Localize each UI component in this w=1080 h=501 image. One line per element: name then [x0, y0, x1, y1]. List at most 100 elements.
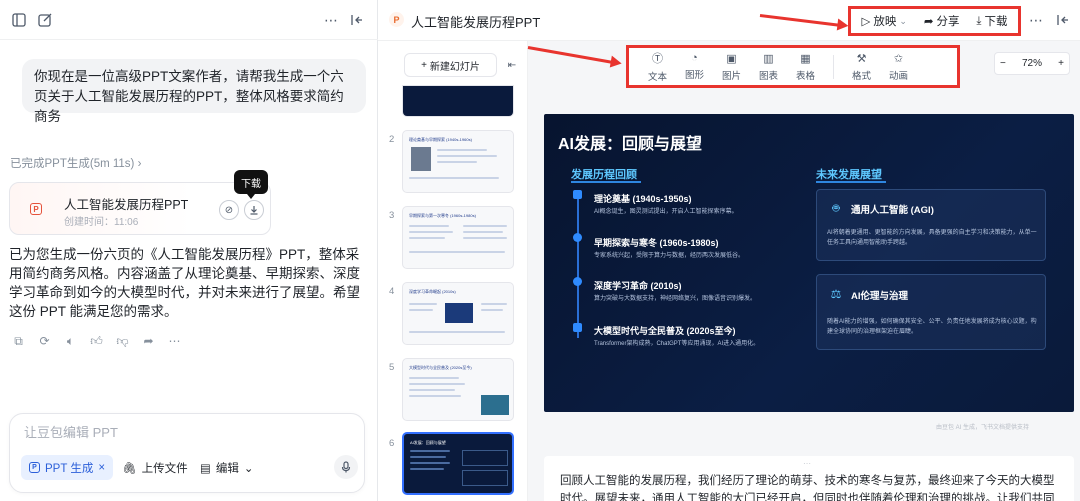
portrait-image	[411, 147, 431, 171]
tool-label: 格式	[851, 70, 871, 82]
timeline-event-desc: Transformer架构成熟，ChatGPT等应用涌现，AI进入通用化。	[594, 341, 760, 347]
slide-thumbnail-1[interactable]	[402, 85, 514, 117]
tool-label: 图片	[721, 70, 741, 82]
thumbs-up-icon[interactable]: 👍︎	[90, 334, 103, 349]
share-label: 分享	[936, 16, 960, 28]
text-tool[interactable]: Ⓣ 文本	[639, 50, 676, 83]
collapse-panel-icon[interactable]	[348, 11, 366, 29]
slide-thumbnail-2[interactable]: 理论奠基与早期探索 (1940s-1960s)	[402, 130, 514, 193]
speaker-icon[interactable]: 🔈︎	[64, 334, 77, 349]
card-description: 随着AI能力的增强，如何确保其安全、公平、负责任地发展将成为核心议题，构建全球协…	[827, 319, 1037, 335]
regenerate-icon[interactable]: ⟳	[38, 334, 51, 349]
chevron-down-icon: ⌄	[243, 462, 254, 475]
thumbnail-number: 4	[389, 286, 395, 297]
left-section-heading: 发展历程回顾	[571, 169, 637, 181]
zoom-in-button[interactable]: +	[1058, 58, 1064, 69]
open-file-button[interactable]: ⊘	[219, 200, 239, 220]
right-section-heading: 未来发展展望	[816, 169, 882, 181]
download-button[interactable]: ⤓ 下载	[976, 13, 1007, 29]
resize-handle-icon[interactable]: ⋯	[803, 459, 811, 468]
app-root: ⋯ 你现在是一位高级PPT文案作者，请帮我生成一个六页关于人工智能发展历程的PP…	[0, 0, 1080, 501]
timeline-event-desc: 算力突破与大数据支持，神经网络复兴，图像语音识别爆发。	[594, 296, 757, 302]
play-button[interactable]: ▷ 放映 ⌄	[861, 13, 906, 29]
ai-generated-watermark: 由豆包 AI 生成，飞书文档提供支持	[936, 425, 1030, 431]
more-icon[interactable]: ⋯	[322, 11, 340, 29]
timeline-event-desc: 专家系统兴起，受限于算力与数据，经历两次发展低谷。	[594, 253, 745, 259]
sidebar-toggle-icon[interactable]	[11, 12, 27, 28]
current-slide[interactable]: AI发展：回顾与展望 发展历程回顾 未来发展展望 理论奠基 (1940s-195…	[544, 114, 1074, 412]
composer-input[interactable]	[24, 425, 344, 440]
slide-thumbnail-3[interactable]: 早期探索与第一次寒冬 (1960s-1980s)	[402, 206, 514, 269]
share-icon[interactable]: ➦	[142, 334, 155, 349]
heading-underline	[816, 181, 886, 183]
play-icon: ▷	[861, 16, 871, 28]
card-title: AI伦理与治理	[851, 291, 909, 302]
share-icon: ➦	[923, 16, 934, 28]
format-tool[interactable]: ⚒ 格式	[843, 52, 880, 82]
chevron-down-icon: ⌄	[899, 15, 907, 26]
collapse-panel-icon[interactable]	[1054, 11, 1072, 29]
slide-thumbnail-6-selected[interactable]: AI发展：回顾与展望	[402, 432, 514, 495]
thumbnail-title: 早期探索与第一次寒冬 (1960s-1980s)	[409, 213, 476, 218]
microphone-button[interactable]	[334, 455, 358, 479]
generation-status[interactable]: 已完成PPT生成(5m 11s) ›	[10, 155, 141, 171]
slide-thumbnail-4[interactable]: 深度学习革命崛起 (2010s)	[402, 282, 514, 345]
more-icon[interactable]: ⋯	[1027, 11, 1045, 29]
speaker-notes[interactable]: ⋯ 回顾人工智能的发展历程，我们经历了理论的萌芽、技术的寒冬与复苏，最终迎来了今…	[544, 456, 1074, 501]
chart-tool[interactable]: ▥ 图表	[750, 52, 787, 82]
slide-canvas-area: Ⓣ 文本 ◔ 图形 ▣ 图片 ▥ 图表 ▦ 表格 ⚒ 格式 ✩ 动画 − 72% + AI发展…	[528, 41, 1080, 501]
collapse-thumbnails-icon[interactable]: ⇤	[506, 59, 518, 71]
ppt-editor: P 人工智能发展历程PPT ▷ 放映 ⌄ ➦ 分享 ⤓ 下载 ⋯ + 新建幻灯片…	[378, 0, 1080, 501]
copy-icon[interactable]: ⧉	[12, 334, 25, 349]
timeline-event-title: 大模型时代与全民普及 (2020s至今)	[594, 326, 736, 336]
ppt-file-icon: P	[30, 203, 42, 215]
top-actions-group: ▷ 放映 ⌄ ➦ 分享 ⤓ 下载	[848, 6, 1021, 36]
new-chat-icon[interactable]	[37, 12, 53, 28]
download-icon	[250, 206, 258, 215]
future-card-agi: 🤖︎ 通用人工智能 (AGI) AI将朝着更通用、更智能的方向发展，具备更强的自…	[816, 189, 1046, 261]
ppt-file-card[interactable]: P 人工智能发展历程PPT 创建时间：11:06 ⊘	[9, 182, 271, 235]
tool-label: 文本	[647, 72, 667, 83]
heading-underline	[571, 181, 641, 183]
robot-icon: 🤖︎	[832, 200, 840, 215]
thumbnail-image	[481, 395, 509, 415]
chart-icon: ▥	[763, 52, 774, 65]
card-title: 通用人工智能 (AGI)	[851, 205, 934, 216]
image-tool[interactable]: ▣ 图片	[713, 52, 750, 82]
thumbnail-image	[445, 303, 473, 323]
ppt-mode-chip[interactable]: P PPT 生成 ×	[21, 455, 114, 480]
slide-thumbnail-panel: + 新建幻灯片 ⇤ 2 理论奠基与早期探索 (1940s-1960s) 3 早期…	[378, 41, 528, 501]
thumbnail-number: 3	[389, 210, 395, 221]
remove-chip-icon[interactable]: ×	[98, 462, 105, 474]
zoom-level[interactable]: 72%	[1022, 58, 1042, 69]
microphone-icon	[341, 461, 351, 473]
download-file-button[interactable]	[244, 200, 264, 220]
timeline-marker	[573, 277, 582, 286]
timeline-event-desc: AI概念诞生，图灵测试提出，开启人工智能探索序幕。	[594, 209, 738, 215]
table-icon: ▦	[800, 52, 811, 65]
zoom-control: − 72% +	[994, 52, 1070, 75]
tool-label: 图表	[758, 70, 778, 82]
text-icon: Ⓣ	[652, 53, 663, 65]
table-tool[interactable]: ▦ 表格	[787, 52, 824, 82]
upload-file-button[interactable]: 🖇︎ 上传文件	[122, 455, 188, 480]
timeline-event-title: 早期探索与寒冬 (1960s-1980s)	[594, 238, 719, 248]
zoom-out-button[interactable]: −	[1000, 58, 1006, 69]
new-slide-button[interactable]: + 新建幻灯片	[404, 53, 497, 77]
share-button[interactable]: ➦ 分享	[924, 13, 960, 29]
shape-tool[interactable]: ◔ 图形	[676, 52, 713, 81]
animation-icon: ✩	[893, 52, 904, 65]
animation-tool[interactable]: ✩ 动画	[880, 52, 917, 82]
slide-thumbnail-5[interactable]: 大模型时代与全民普及 (2020s至今)	[402, 358, 514, 421]
timeline-marker	[573, 190, 582, 199]
more-icon[interactable]: ⋯	[168, 334, 181, 349]
ppt-doc-icon: P	[389, 12, 404, 27]
document-title: 人工智能发展历程PPT	[411, 15, 541, 30]
thumbs-down-icon[interactable]: 👎︎	[116, 334, 129, 349]
edit-mode-dropdown[interactable]: ▤ 编辑 ⌄	[200, 455, 254, 480]
chat-header: ⋯	[0, 0, 378, 40]
file-name: 人工智能发展历程PPT	[64, 198, 189, 212]
insert-toolbar: Ⓣ 文本 ◔ 图形 ▣ 图片 ▥ 图表 ▦ 表格 ⚒ 格式 ✩ 动画	[626, 45, 960, 88]
format-icon: ⚒	[856, 52, 867, 65]
thumbnail-number: 6	[389, 438, 395, 449]
